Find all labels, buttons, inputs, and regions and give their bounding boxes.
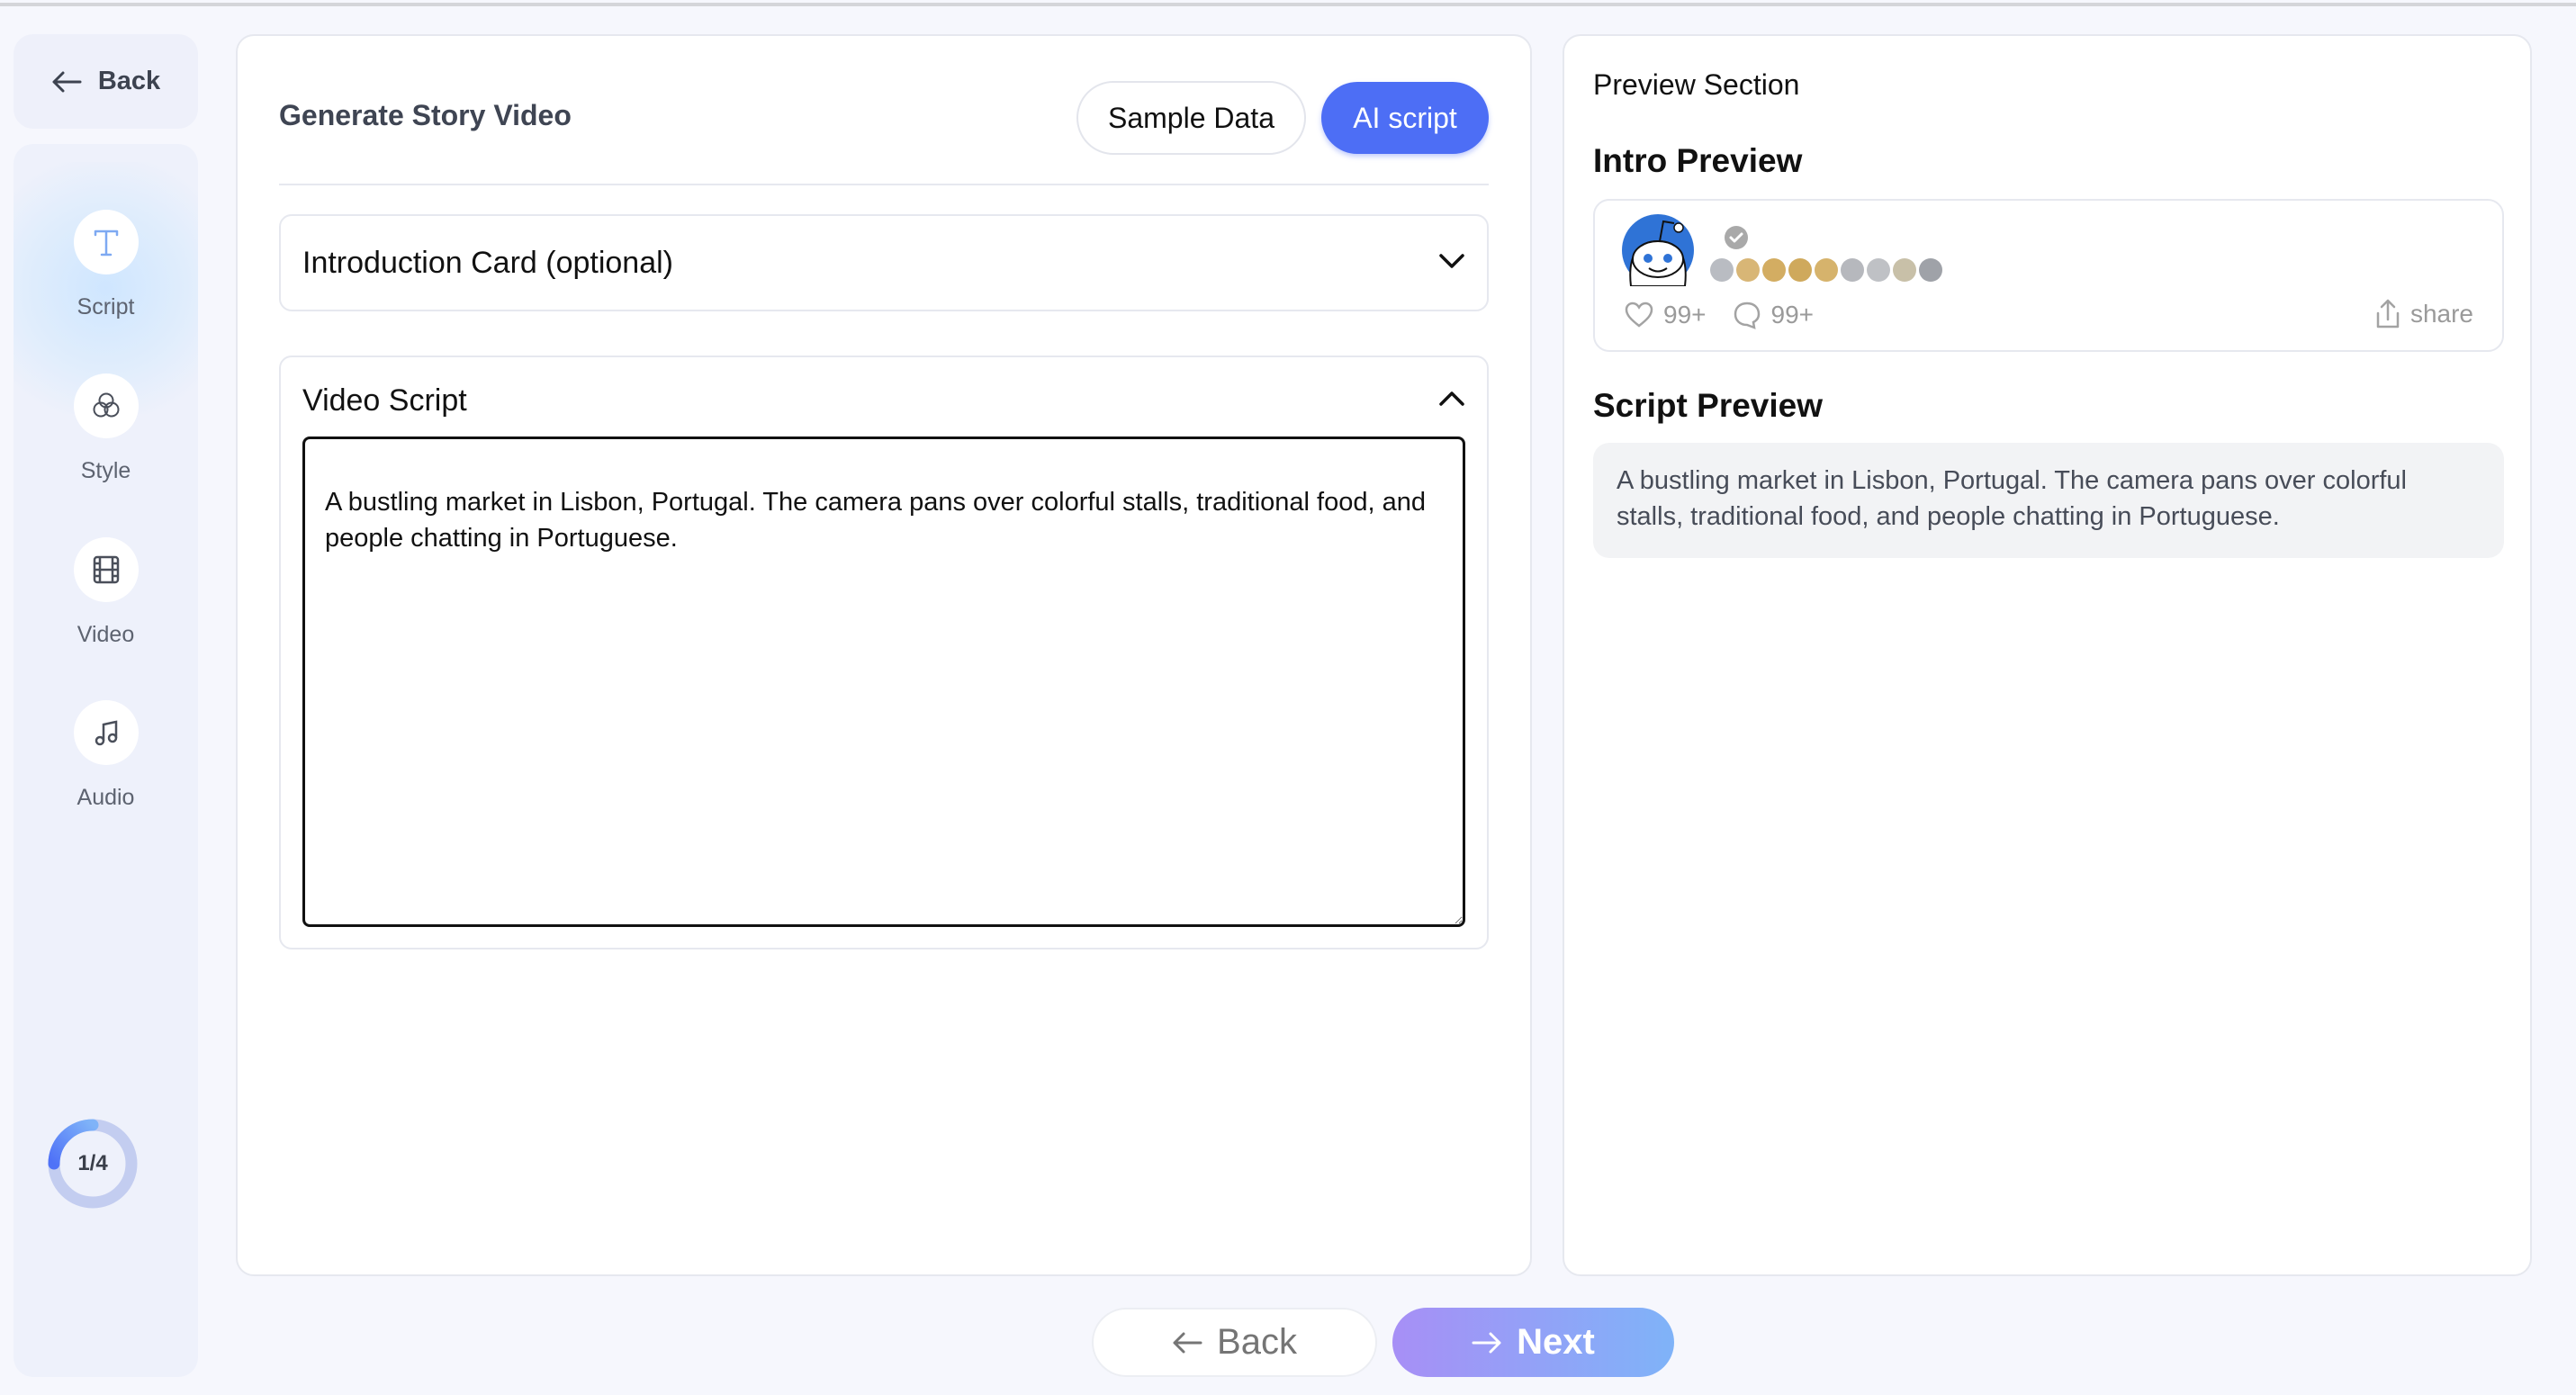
intro-preview-card: 99+ 99+ share (1593, 199, 2504, 352)
verified-badge-icon (1725, 226, 1748, 249)
sample-data-button[interactable]: Sample Data (1076, 81, 1306, 155)
video-script-textarea[interactable] (302, 436, 1465, 927)
top-border (0, 3, 2576, 6)
sidebar-item-audio[interactable]: Audio (14, 700, 198, 811)
likes-count: 99+ (1663, 301, 1707, 328)
award-badge-icon (1762, 258, 1786, 282)
sidebar-item-script[interactable]: Script (14, 210, 198, 320)
introduction-card-accordion: Introduction Card (optional) (279, 214, 1489, 311)
award-badge-icon (1841, 258, 1864, 282)
preview-section-title: Preview Section (1593, 68, 1800, 101)
arrow-left-icon (52, 71, 82, 92)
sidebar-item-video[interactable]: Video (14, 537, 198, 648)
chevron-wrapper (1438, 252, 1465, 274)
avatar (1622, 214, 1694, 286)
engagement-stats: 99+ 99+ (1624, 300, 1830, 330)
ai-script-button[interactable]: AI script (1321, 82, 1489, 154)
back-button-label: Back (1217, 1322, 1297, 1362)
accordion-title: Introduction Card (optional) (302, 245, 674, 280)
introduction-card-header[interactable]: Introduction Card (optional) (302, 216, 1465, 310)
step-progress-label: 1/4 (77, 1151, 108, 1175)
text-t-icon (94, 230, 118, 256)
share-button[interactable]: share (2374, 298, 2473, 330)
share-icon (2376, 299, 2400, 328)
sidebar-item-label: Video (77, 622, 135, 647)
arrow-left-icon (1173, 1332, 1202, 1353)
intro-preview-title: Intro Preview (1593, 142, 1803, 179)
main-panel: Generate Story Video Sample Data AI scri… (236, 34, 1532, 1276)
award-badge-icon (1736, 258, 1760, 282)
music-note-icon (95, 720, 117, 746)
header-divider (279, 184, 1489, 185)
sidebar-item-label: Script (77, 294, 135, 320)
award-badge-icon (1867, 258, 1890, 282)
chevron-wrapper (1438, 390, 1465, 412)
next-button-label: Next (1517, 1322, 1595, 1362)
award-badge-icon (1919, 258, 1942, 282)
nav-icon-circle (73, 210, 139, 274)
comment-icon[interactable] (1732, 300, 1762, 330)
award-badge-icon (1893, 258, 1916, 282)
nav-icon-circle (73, 700, 139, 765)
script-preview-text: A bustling market in Lisbon, Portugal. T… (1593, 443, 2504, 558)
award-badge-icon (1815, 258, 1838, 282)
script-preview-title: Script Preview (1593, 387, 1824, 424)
preview-panel: Preview Section Intro Preview 99+ 99+ sh… (1563, 34, 2532, 1276)
video-script-header[interactable]: Video Script (302, 357, 1465, 444)
award-badges (1710, 258, 1942, 282)
accordion-title: Video Script (302, 382, 467, 418)
nav-icon-circle (73, 374, 139, 438)
nav-icon-circle (73, 537, 139, 602)
arrow-right-icon (1472, 1332, 1501, 1353)
award-badge-icon (1710, 258, 1734, 282)
next-button[interactable]: Next (1392, 1308, 1674, 1377)
page-title: Generate Story Video (279, 99, 572, 131)
sidebar-back-label: Back (97, 67, 161, 95)
sidebar-item-label: Style (80, 458, 131, 483)
comments-count: 99+ (1770, 301, 1815, 328)
back-button[interactable]: Back (1092, 1308, 1377, 1377)
award-badge-icon (1788, 258, 1812, 282)
share-label: share (2409, 300, 2473, 328)
chevron-down-icon (1439, 253, 1464, 268)
sidebar-item-label: Audio (77, 785, 135, 810)
overlapping-circles-icon (93, 392, 119, 418)
film-icon (93, 555, 119, 584)
video-script-accordion: Video Script (279, 356, 1489, 950)
chevron-up-icon (1439, 391, 1464, 406)
sidebar-back-button[interactable]: Back (14, 34, 198, 129)
sidebar-item-style[interactable]: Style (14, 374, 198, 484)
heart-icon[interactable] (1624, 300, 1654, 330)
